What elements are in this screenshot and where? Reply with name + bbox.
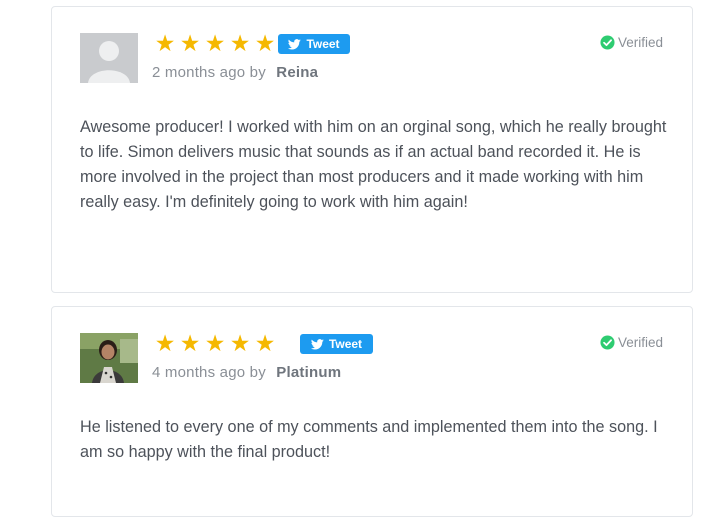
avatar [80, 333, 138, 383]
star-icon: ★ [254, 331, 276, 357]
review-card: ★ ★ ★ ★ ★ Tweet Verified 4 months ago by… [51, 306, 693, 517]
review-author: Platinum [276, 364, 342, 381]
review-time: 4 months ago [152, 364, 246, 381]
review-text: Awesome producer! I worked with him on a… [80, 118, 667, 211]
star-icon: ★ [154, 31, 176, 57]
avatar [80, 33, 138, 83]
review-meta: 2 months ago by Reina [152, 64, 318, 81]
star-icon: ★ [204, 31, 226, 57]
review-card: ★ ★ ★ ★ ★ Tweet Verified 2 months ago by… [51, 6, 693, 293]
verified-badge: Verified [600, 335, 663, 350]
star-rating: ★ ★ ★ ★ ★ [153, 32, 277, 56]
user-photo-icon [80, 333, 138, 383]
star-icon: ★ [179, 331, 201, 357]
star-icon: ★ [254, 31, 276, 57]
star-icon: ★ [204, 331, 226, 357]
review-time: 2 months ago [152, 64, 246, 81]
tweet-button[interactable]: Tweet [278, 34, 350, 54]
tweet-button[interactable]: Tweet [300, 334, 373, 354]
twitter-bird-icon [288, 38, 302, 50]
star-icon: ★ [229, 331, 251, 357]
verified-badge: Verified [600, 35, 663, 50]
verified-label: Verified [617, 335, 663, 350]
by-label: by [249, 64, 266, 81]
tweet-label: Tweet [306, 37, 340, 51]
check-circle-icon [600, 335, 615, 350]
review-author: Reina [276, 64, 319, 81]
default-avatar-icon [80, 33, 138, 83]
review-meta: 4 months ago by Platinum [152, 364, 341, 381]
star-icon: ★ [154, 331, 176, 357]
star-icon: ★ [179, 31, 201, 57]
verified-label: Verified [617, 35, 663, 50]
review-text: He listened to every one of my comments … [80, 418, 658, 461]
tweet-label: Tweet [328, 337, 363, 351]
check-circle-icon [600, 35, 615, 50]
by-label: by [249, 364, 266, 381]
star-icon: ★ [229, 31, 251, 57]
star-rating: ★ ★ ★ ★ ★ [153, 332, 277, 356]
twitter-bird-icon [310, 338, 324, 350]
